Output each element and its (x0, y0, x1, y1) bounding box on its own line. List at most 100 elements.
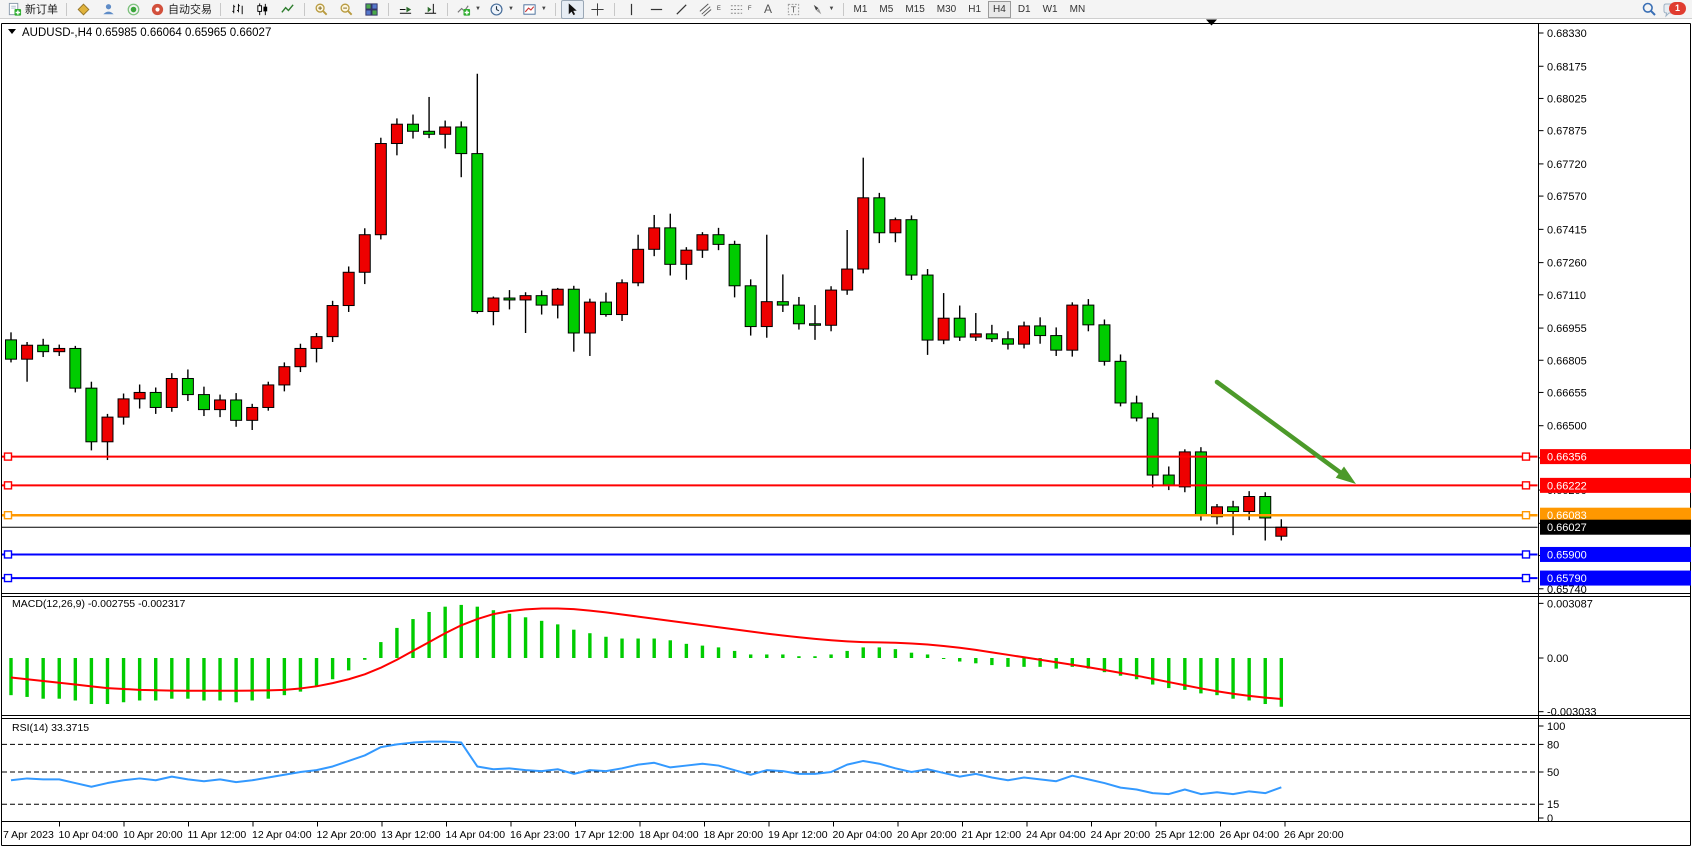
candlestick-chart-icon (255, 2, 270, 17)
trend-arrow-object[interactable] (1217, 382, 1356, 484)
svg-text:50: 50 (1547, 767, 1559, 779)
fibonacci-icon (729, 2, 744, 17)
timeframe-button-m15[interactable]: M15 (900, 1, 929, 18)
svg-text:0.66027: 0.66027 (1547, 522, 1587, 534)
collapse-triangle-icon[interactable] (8, 29, 16, 34)
candlestick-chart-button[interactable] (251, 0, 274, 19)
zoom-in-button[interactable] (310, 0, 333, 19)
horizontal-line-icon (649, 2, 664, 17)
trendline-button[interactable] (670, 0, 693, 19)
indicators-button[interactable]: ▼ (453, 0, 484, 19)
chat-button[interactable]: 1 (1662, 1, 1688, 18)
new-order-button[interactable]: 新订单 (4, 0, 61, 19)
line-handle (1523, 551, 1530, 558)
resistance-line-2[interactable] (2, 482, 1538, 489)
svg-text:10 Apr 04:00: 10 Apr 04:00 (59, 829, 119, 841)
periods-button[interactable]: ▼ (486, 0, 517, 19)
svg-text:16 Apr 23:00: 16 Apr 23:00 (510, 829, 570, 841)
auto-trading-button[interactable]: 自动交易 (147, 0, 215, 19)
line-handle (1523, 453, 1530, 460)
svg-text:26 Apr 04:00: 26 Apr 04:00 (1220, 829, 1280, 841)
tile-windows-button[interactable] (360, 0, 383, 19)
svg-text:0.00: 0.00 (1547, 653, 1568, 665)
svg-text:0.67720: 0.67720 (1547, 159, 1587, 171)
macd-axis: 0.0030870.00-0.003033 (1539, 598, 1597, 718)
signals-button[interactable] (72, 0, 95, 19)
svg-text:20 Apr 20:00: 20 Apr 20:00 (897, 829, 957, 841)
support-line-blue-2[interactable] (2, 575, 1538, 582)
svg-text:19 Apr 12:00: 19 Apr 12:00 (768, 829, 828, 841)
svg-text:100: 100 (1547, 721, 1565, 733)
vertical-line-button[interactable] (620, 0, 643, 19)
timeframe-button-m5[interactable]: M5 (874, 1, 898, 18)
broadcast-button[interactable] (122, 0, 145, 19)
timeframe-button-d1[interactable]: D1 (1013, 1, 1036, 18)
arrow-objects-icon (810, 2, 825, 17)
auto-scroll-button[interactable] (394, 0, 417, 19)
label-button[interactable]: T (782, 0, 805, 19)
line-handle (5, 453, 12, 460)
zoom-out-button[interactable] (335, 0, 358, 19)
timeframe-bar: M1M5M15M30H1H4D1W1MN (849, 1, 1091, 18)
trendline-icon (674, 2, 689, 17)
bar-chart-icon (230, 2, 245, 17)
toolbar-separator (555, 3, 556, 16)
line-chart-icon (280, 2, 295, 17)
timeframe-button-w1[interactable]: W1 (1038, 1, 1063, 18)
broadcast-icon (126, 2, 141, 17)
search-icon (1641, 1, 1657, 17)
bar-chart-button[interactable] (226, 0, 249, 19)
svg-text:0.67875: 0.67875 (1547, 126, 1587, 138)
crosshair-button[interactable] (586, 0, 609, 19)
svg-text:24 Apr 20:00: 24 Apr 20:00 (1091, 829, 1151, 841)
line-handle (5, 512, 12, 519)
price-label-0.65790: 0.65790 (1540, 571, 1691, 586)
chart-frame (2, 24, 1691, 846)
community-button[interactable] (97, 0, 120, 19)
svg-text:21 Apr 12:00: 21 Apr 12:00 (962, 829, 1022, 841)
fibonacci-button[interactable]: F (726, 0, 755, 19)
zoom-in-icon (314, 2, 329, 17)
cursor-button[interactable] (561, 0, 584, 19)
text-button[interactable]: A (757, 0, 780, 19)
svg-text:0.67110: 0.67110 (1547, 290, 1586, 302)
timeframe-button-m1[interactable]: M1 (849, 1, 873, 18)
templates-button[interactable]: ▼ (519, 0, 550, 19)
timeframe-button-h4[interactable]: H4 (988, 1, 1011, 18)
svg-text:0.66222: 0.66222 (1547, 480, 1587, 492)
svg-text:11 Apr 12:00: 11 Apr 12:00 (188, 829, 247, 841)
svg-text:0.66655: 0.66655 (1547, 387, 1587, 399)
text-icon: A (764, 2, 772, 16)
toolbar-separator (447, 3, 448, 16)
mt4-terminal-window: { "toolbar": { "new_order": "新订单", "auto… (0, 0, 1692, 849)
toolbar-separator (220, 3, 221, 16)
arrow-objects-button[interactable]: ▼ (807, 0, 838, 19)
support-line-orange[interactable] (2, 512, 1538, 519)
gold-tag-icon (76, 2, 91, 17)
svg-text:0.68175: 0.68175 (1547, 61, 1587, 73)
channel-button[interactable]: E (695, 0, 724, 19)
line-handle (5, 575, 12, 582)
svg-text:0.68330: 0.68330 (1547, 28, 1587, 40)
timeframe-button-h1[interactable]: H1 (963, 1, 986, 18)
resistance-line-1[interactable] (2, 453, 1538, 460)
svg-text:0.65900: 0.65900 (1547, 549, 1587, 561)
chart-shift-button[interactable] (419, 0, 442, 19)
timeframe-button-m30[interactable]: M30 (932, 1, 961, 18)
svg-text:25 Apr 12:00: 25 Apr 12:00 (1155, 829, 1215, 841)
support-line-blue-1[interactable] (2, 551, 1538, 558)
top-toolbar: 新订单 自动交易 (0, 0, 1692, 19)
svg-text:20 Apr 04:00: 20 Apr 04:00 (833, 829, 893, 841)
svg-text:0.68025: 0.68025 (1547, 93, 1587, 105)
search-button[interactable] (1637, 0, 1660, 19)
date-axis: 7 Apr 202310 Apr 04:0010 Apr 20:0011 Apr… (3, 822, 1344, 842)
timeframe-button-mn[interactable]: MN (1065, 1, 1091, 18)
shift-marker-icon[interactable] (1206, 20, 1217, 26)
horizontal-line-button[interactable] (645, 0, 668, 19)
cursor-icon (565, 2, 580, 17)
chart-canvas[interactable]: 0.683300.681750.680250.678750.677200.675… (0, 19, 1692, 849)
svg-text:13 Apr 12:00: 13 Apr 12:00 (381, 829, 441, 841)
svg-text:0.66805: 0.66805 (1547, 355, 1587, 367)
line-chart-button[interactable] (276, 0, 299, 19)
toolbar-separator (614, 3, 615, 16)
